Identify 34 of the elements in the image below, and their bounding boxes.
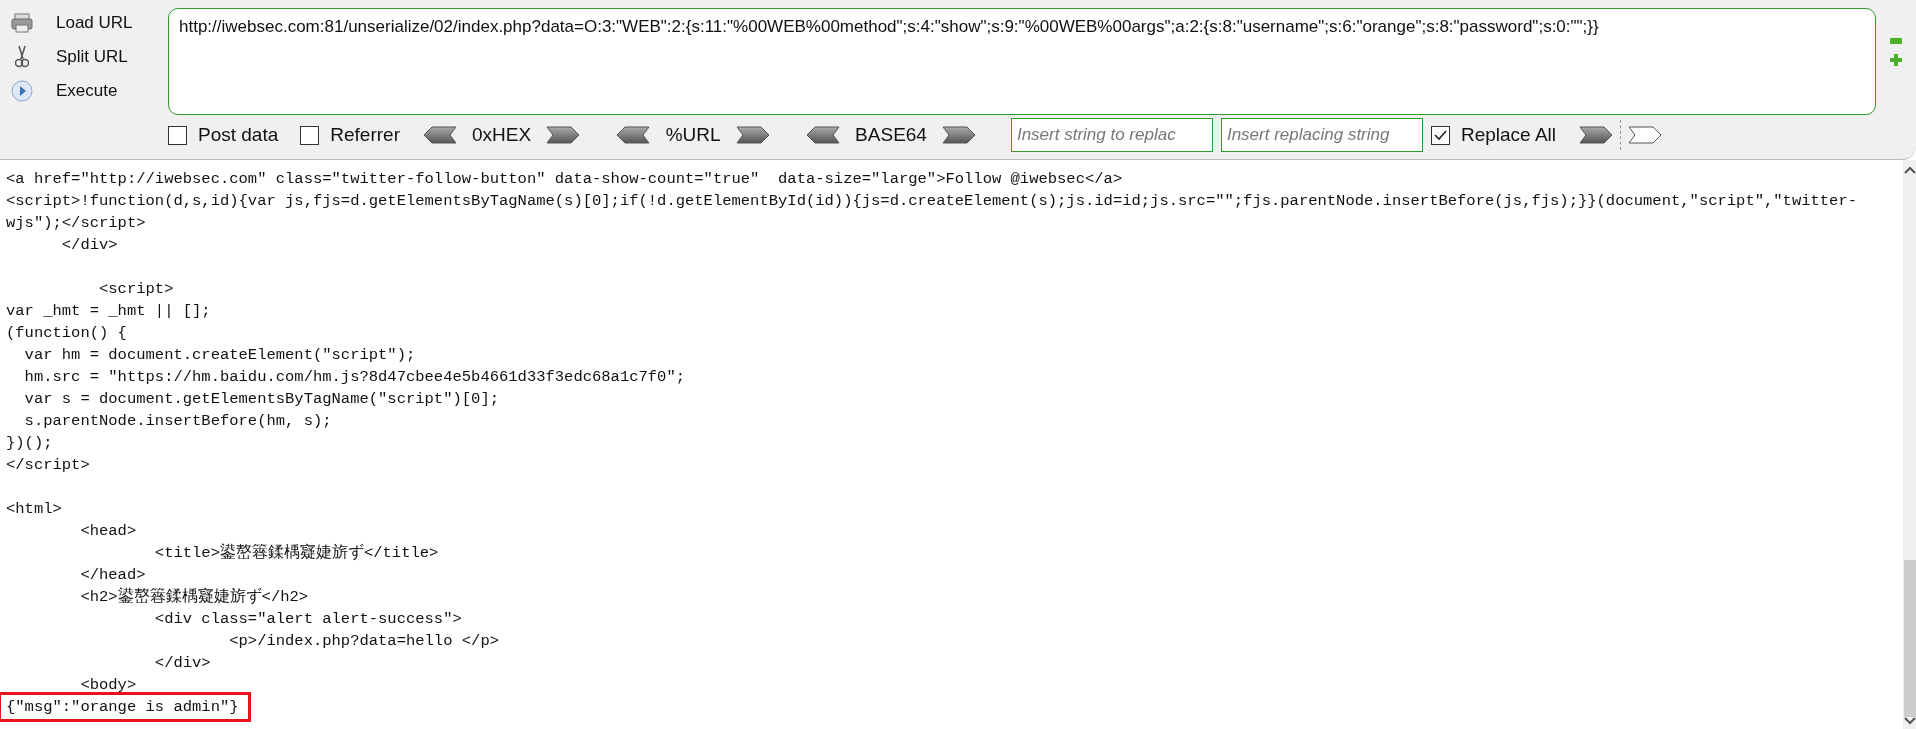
checkbox[interactable]: Post data — [168, 124, 279, 146]
encoding-label: %URL — [665, 124, 722, 146]
code-line: <div class="alert alert-success"> — [153, 609, 462, 630]
code-line: <head> — [79, 521, 137, 542]
input-field[interactable]: Insert replacing string — [1220, 118, 1423, 152]
code-line: (function() { — [6, 323, 127, 344]
code-line: s.parentNode.insertBefore(hm, s); — [23, 411, 332, 432]
code-line: var s = document.getElementsByTagName("script")[0]; — [23, 389, 499, 410]
code-line: <script>!function(d,s,id){var js,fjs=d.getElementsByTagName(s)[0];if(!d.getElementById(id)){js=d.createElement(s);js.id=id;js.src="";fjs.parentNode.insertBefore(js,fjs);}}(document,"script","twitter- — [6, 191, 1857, 212]
encoding-label: BASE64 — [855, 124, 927, 146]
code-line: </div> — [153, 653, 211, 674]
code-line: <body> — [79, 675, 137, 696]
checkbox[interactable]: Replace All — [1430, 124, 1556, 146]
code-line: var hm = document.createElement("script"); — [23, 345, 416, 366]
checkbox[interactable]: Referrer — [300, 124, 400, 146]
toolbar-button[interactable]: Load URL — [8, 8, 168, 38]
code-line: var _hmt = _hmt || []; — [6, 301, 211, 322]
code-line: <p>/index.php?data=hello </p> — [228, 631, 499, 652]
code-line: </head> — [79, 565, 146, 586]
code-line: wjs");</script> — [6, 213, 146, 234]
code-line: </script> — [6, 455, 90, 476]
code-line: hm.src = "https://hm.baidu.com/hm.js?8d47cbee4e5b4661d33f3edc68a1c7f0"; — [23, 367, 685, 388]
input-field[interactable]: Insert string to replac — [1010, 118, 1213, 152]
code-line: </div> — [60, 235, 118, 256]
url-field[interactable]: http://iwebsec.com:81/unserialize/02/index.php?data=O:3:"WEB":2:{s:11:"%00WEB%00method";s:4:"show";s:9:"%00WEB%00args";a:2:{s:8:"username";s:6:"orange";s:8:"password";s:0:"";}} — [168, 8, 1876, 115]
toolbar-button[interactable]: Split URL — [8, 42, 168, 72]
toolbar-button[interactable]: Execute — [8, 76, 168, 106]
code-line: })(); — [6, 433, 53, 454]
code-line: <h2>鍙嶅簭鍒楀寲婕旂ず</h2> — [79, 586, 309, 608]
code-line: <script> — [98, 279, 174, 300]
code-line: <title>鍙嶅簭鍒楀寲婕旂ず</title> — [153, 542, 439, 564]
code-line: <html> — [6, 499, 62, 520]
code-line: <a href="http://iwebsec.com" class="twitter-follow-button" data-show-count="true" data-size="large">Follow @iwebsec</a> — [6, 169, 1123, 190]
encoding-label: 0xHEX — [471, 124, 532, 146]
